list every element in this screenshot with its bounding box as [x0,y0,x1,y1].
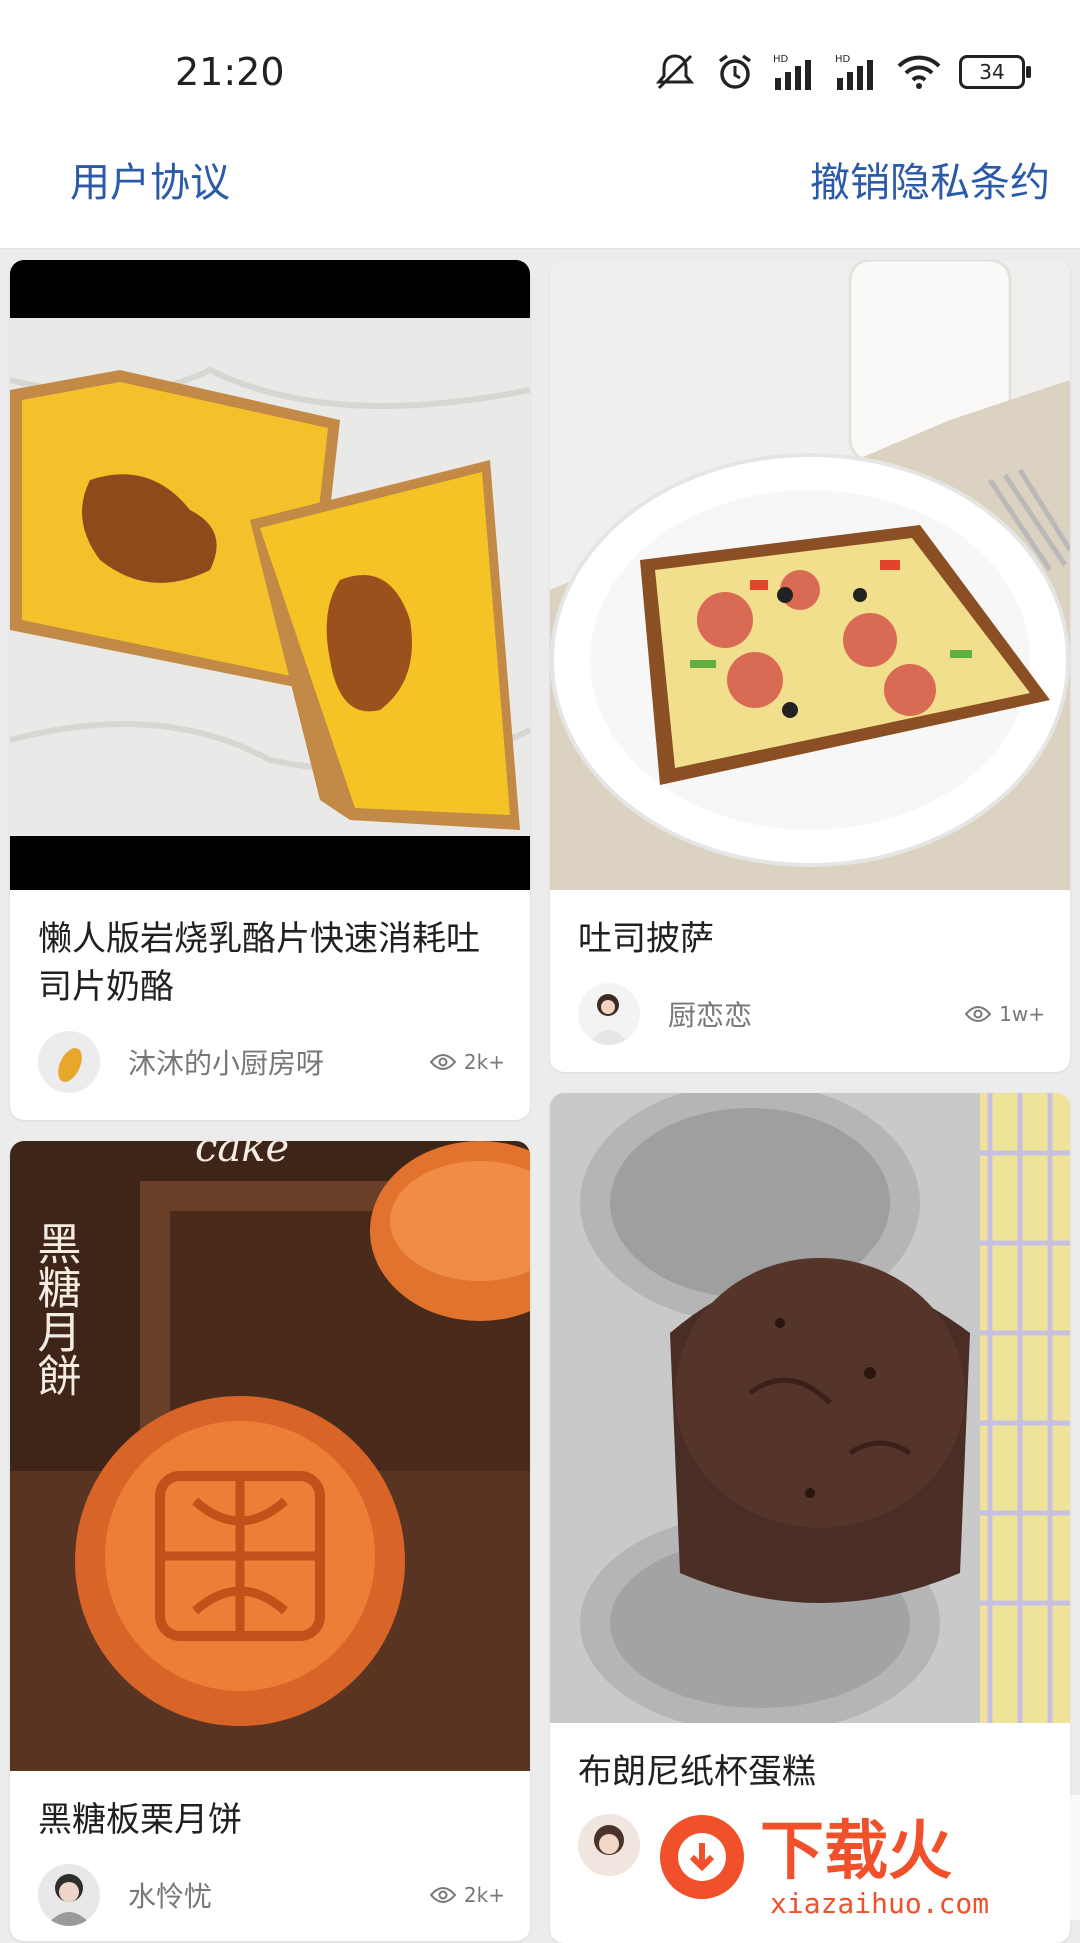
user-agreement-link[interactable]: 用户协议 [70,150,230,208]
signal-hd-label: HD [835,54,851,65]
hd-signal-icon: HD [773,52,817,92]
view-count: 2k+ [429,1883,505,1907]
recipe-image: cake 黑糖月餅 [10,1141,530,1771]
alarm-icon [715,52,755,92]
author-name[interactable]: 沐沐的小厨房呀 [128,1042,430,1082]
recipe-title: 布朗尼纸杯蛋糕 [578,1752,816,1792]
view-count: 1w+ [965,1002,1045,1026]
eye-icon [965,1006,992,1022]
author-name[interactable]: 厨恋恋 [668,994,965,1034]
avatar [38,1031,100,1093]
recipe-image [550,1093,1070,1723]
recipe-image [550,260,1070,890]
eye-icon [429,1887,456,1903]
status-time: 21:20 [175,50,285,94]
recipe-image [10,260,530,890]
view-count: 2k+ [429,1050,505,1074]
view-count-value: 1w+ [999,1002,1045,1026]
view-count-value: 2k+ [463,1050,505,1074]
recipe-card[interactable]: 懒人版岩烧乳酪片快速消耗吐司片奶酪 沐沐的小厨房呀 2k+ [10,260,530,1120]
revoke-privacy-link[interactable]: 撤销隐私条约 [810,150,1050,208]
recipe-meta: 厨恋恋 1w+ [578,982,1045,1046]
eye-icon [429,1054,456,1070]
recipe-card[interactable]: 吐司披萨 厨恋恋 1w+ [550,260,1070,1072]
author-name[interactable]: 水怜忧 [128,1875,430,1915]
recipe-card[interactable]: cake 黑糖月餅 黑糖板栗月饼 水怜忧 2k+ [10,1141,530,1941]
view-count-value: 2k+ [463,1883,505,1907]
watermark-logo: 下载火 xiazaihuo.com [640,1795,1080,1920]
watermark-url: xiazaihuo.com [770,1887,989,1920]
signal-hd-label: HD [773,54,789,65]
avatar [578,983,640,1045]
status-bar: 21:20 HD HD 34 [0,0,1080,120]
recipe-title: 吐司披萨 [578,919,714,959]
wifi-icon [897,54,941,90]
recipe-title: 懒人版岩烧乳酪片快速消耗吐司片奶酪 [38,919,480,1007]
recipe-meta: 沐沐的小厨房呀 2k+ [38,1030,505,1094]
avatar [38,1864,100,1926]
image-cake-text: cake [195,1141,289,1171]
top-bar: 用户协议 撤销隐私条约 [0,120,1080,249]
recipe-meta: 水怜忧 2k+ [38,1863,505,1927]
avatar [578,1814,640,1876]
battery-icon: 34 [959,55,1031,89]
image-mooncake-text: 黑糖月餅 [30,1221,81,1397]
hd-signal-icon: HD [835,52,879,92]
status-icons: HD HD 34 [653,52,1031,92]
mute-icon [653,52,697,92]
recipe-title: 黑糖板栗月饼 [38,1800,242,1840]
watermark-brand: 下载火 [760,1815,952,1889]
